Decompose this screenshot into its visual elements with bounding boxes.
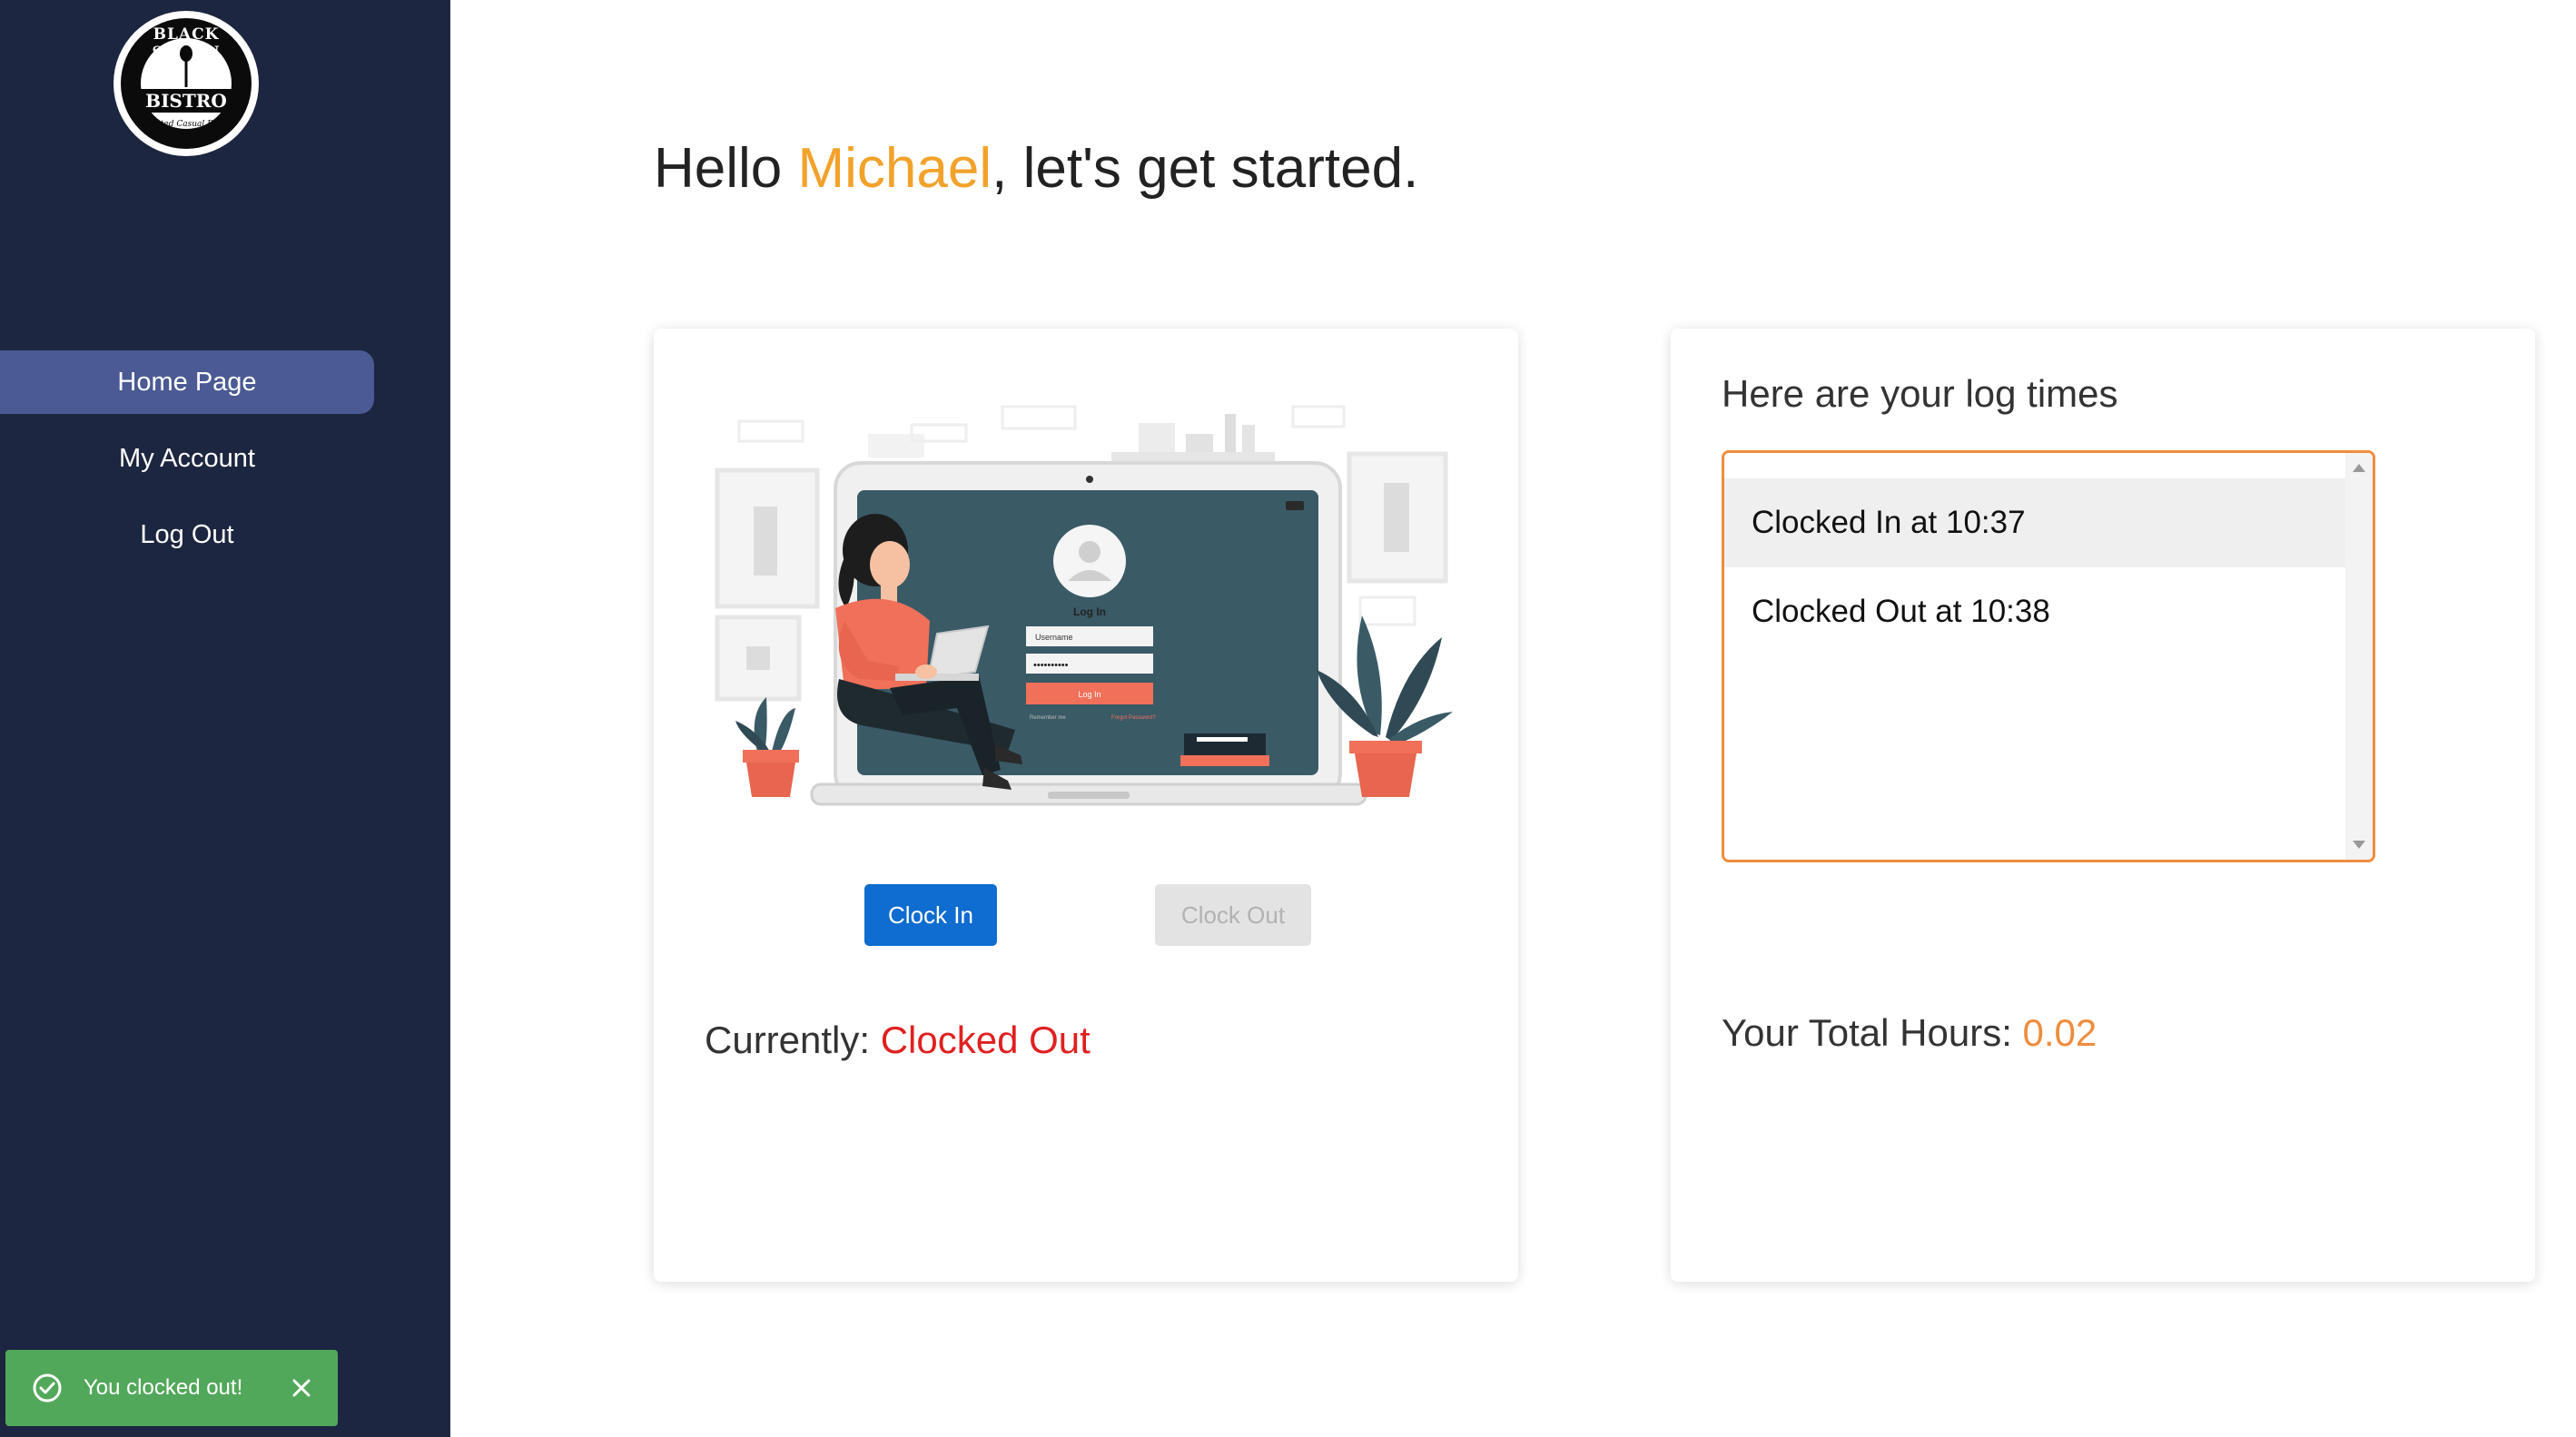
sidebar: BLACK SPOON BISTRO Elevated Casual Dinin… xyxy=(0,0,450,1437)
illustration-forgot: Forgot Password? xyxy=(1111,715,1156,721)
toast-notification: You clocked out! xyxy=(5,1350,338,1426)
total-hours: Your Total Hours: 0.02 xyxy=(1722,1011,2097,1054)
clock-status: Currently: Clocked Out xyxy=(705,1019,1091,1061)
brand-logo: BLACK SPOON BISTRO Elevated Casual Dinin… xyxy=(114,11,259,156)
sidebar-nav: Home Page My Account Log Out xyxy=(0,350,374,579)
sidebar-item-my-account[interactable]: My Account xyxy=(0,427,374,490)
log-card: Here are your log times Clocked In at 10… xyxy=(1671,329,2535,1282)
log-title: Here are your log times xyxy=(1722,372,2118,415)
sidebar-item-log-out[interactable]: Log Out xyxy=(0,503,374,566)
log-entry[interactable]: Clocked In at 10:37 xyxy=(1724,478,2345,567)
spoon-icon xyxy=(180,45,192,87)
logo-tagline: Elevated Casual Dining xyxy=(137,120,235,129)
clock-card: Log In Username •••••••••• Log In Rememb… xyxy=(654,329,1518,1282)
illustration-login-button: Log In xyxy=(1078,690,1100,699)
scroll-down-icon[interactable] xyxy=(2353,841,2365,849)
clock-status-value: Clocked Out xyxy=(880,1019,1091,1061)
illustration-remember: Remember me xyxy=(1030,715,1066,721)
logo-mid-text: BISTRO xyxy=(139,89,233,113)
illustration-password: •••••••••• xyxy=(1033,660,1069,671)
log-list-box[interactable]: Clocked In at 10:37 Clocked Out at 10:38 xyxy=(1722,450,2375,862)
app-root: BLACK SPOON BISTRO Elevated Casual Dinin… xyxy=(0,0,2576,1437)
check-circle-icon xyxy=(33,1373,62,1403)
total-hours-value: 0.02 xyxy=(2022,1011,2097,1054)
illustration-username: Username xyxy=(1035,633,1073,642)
page-greeting: Hello Michael, let's get started. xyxy=(654,137,1419,200)
scroll-up-icon[interactable] xyxy=(2353,464,2365,472)
log-scrollbar[interactable] xyxy=(2345,453,2373,860)
close-icon[interactable] xyxy=(289,1375,314,1401)
toast-message: You clocked out! xyxy=(84,1375,243,1400)
clock-out-button[interactable]: Clock Out xyxy=(1155,884,1311,946)
illustration-screen-title: Log In xyxy=(1073,605,1106,618)
login-illustration: Log In Username •••••••••• Log In Rememb… xyxy=(715,405,1453,806)
clock-in-button[interactable]: Clock In xyxy=(864,884,997,946)
user-name: Michael xyxy=(797,137,992,200)
log-list: Clocked In at 10:37 Clocked Out at 10:38 xyxy=(1724,478,2345,656)
sidebar-item-home[interactable]: Home Page xyxy=(0,350,374,414)
log-entry[interactable]: Clocked Out at 10:38 xyxy=(1724,567,2345,656)
